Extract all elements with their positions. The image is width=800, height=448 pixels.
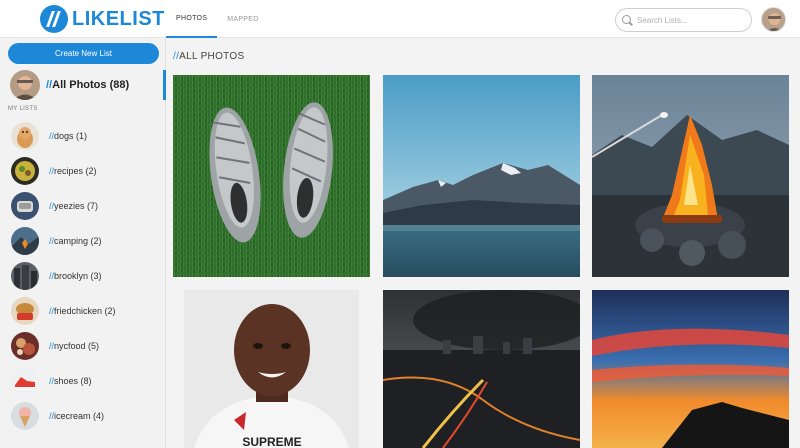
my-lists: //dogs (1) //recipes (2) //yeezies (7) /…	[0, 118, 166, 433]
view-tabs: PHOTOS MAPPED	[166, 0, 269, 38]
all-photos-label: All Photos (88)	[52, 79, 130, 91]
photo-campfire[interactable]	[592, 75, 789, 277]
list-label-friedchicken: friedchicken (2)	[54, 305, 116, 316]
list-label-shoes: shoes (8)	[54, 375, 92, 386]
logo-text: LIKELIST	[72, 7, 165, 30]
yeezies-thumb	[11, 191, 39, 220]
list-label-recipes: recipes (2)	[54, 165, 97, 176]
tab-mapped[interactable]: MAPPED	[217, 0, 268, 38]
sidebar: Create New List //All Photos (88) MY LIS…	[0, 38, 166, 448]
sidebar-item-icecream[interactable]: //icecream (4)	[0, 398, 166, 433]
photo-sneakers[interactable]	[173, 75, 370, 277]
sidebar-item-brooklyn[interactable]: //brooklyn (3)	[0, 258, 166, 293]
list-label-dogs: dogs (1)	[54, 130, 88, 141]
search-icon	[622, 14, 633, 26]
icecream-thumb	[11, 401, 39, 430]
recipes-thumb	[11, 156, 39, 185]
brooklyn-thumb	[11, 261, 39, 290]
photo-sunset[interactable]	[592, 290, 789, 448]
photo-portrait[interactable]: SUPREME	[184, 290, 359, 448]
tab-photos[interactable]: PHOTOS	[166, 0, 218, 38]
nycfood-thumb	[11, 331, 39, 360]
shoes-thumb	[11, 366, 39, 395]
photo-stormy-city[interactable]	[383, 290, 580, 448]
search-box[interactable]	[615, 8, 752, 32]
sidebar-item-shoes[interactable]: //shoes (8)	[0, 363, 166, 398]
list-label-camping: camping (2)	[54, 235, 102, 246]
sidebar-item-yeezies[interactable]: //yeezies (7)	[0, 188, 166, 223]
list-label-brooklyn: brooklyn (3)	[54, 270, 102, 281]
sidebar-item-recipes[interactable]: //recipes (2)	[0, 153, 166, 188]
shirt-text: SUPREME	[242, 435, 301, 448]
list-label-yeezies: yeezies (7)	[54, 200, 99, 211]
active-indicator	[163, 70, 166, 100]
user-avatar-thumb	[10, 70, 40, 100]
page-title: //ALL PHOTOS	[173, 51, 245, 62]
sidebar-item-camping[interactable]: //camping (2)	[0, 223, 166, 258]
photo-mountains[interactable]	[383, 75, 580, 277]
friedchicken-thumb	[11, 296, 39, 325]
sidebar-item-nycfood[interactable]: //nycfood (5)	[0, 328, 166, 363]
dogs-thumb	[11, 121, 39, 150]
main-content: //ALL PHOTOS SUPREME	[167, 38, 800, 448]
sidebar-item-all-photos[interactable]: //All Photos (88)	[0, 68, 166, 102]
list-label-icecream: icecream (4)	[54, 410, 105, 421]
logo-slashes-icon	[40, 5, 68, 33]
sidebar-item-dogs[interactable]: //dogs (1)	[0, 118, 166, 153]
my-lists-heading: MY LISTS	[8, 106, 38, 112]
camping-thumb	[11, 226, 39, 255]
likelist-logo[interactable]: LIKELIST	[40, 5, 165, 33]
list-label-nycfood: nycfood (5)	[54, 340, 100, 351]
create-new-list-button[interactable]: Create New List	[8, 43, 159, 64]
top-bar: LIKELIST PHOTOS MAPPED	[0, 0, 800, 38]
sidebar-item-friedchicken[interactable]: //friedchicken (2)	[0, 293, 166, 328]
user-avatar[interactable]	[761, 7, 786, 32]
search-input[interactable]	[637, 15, 747, 25]
